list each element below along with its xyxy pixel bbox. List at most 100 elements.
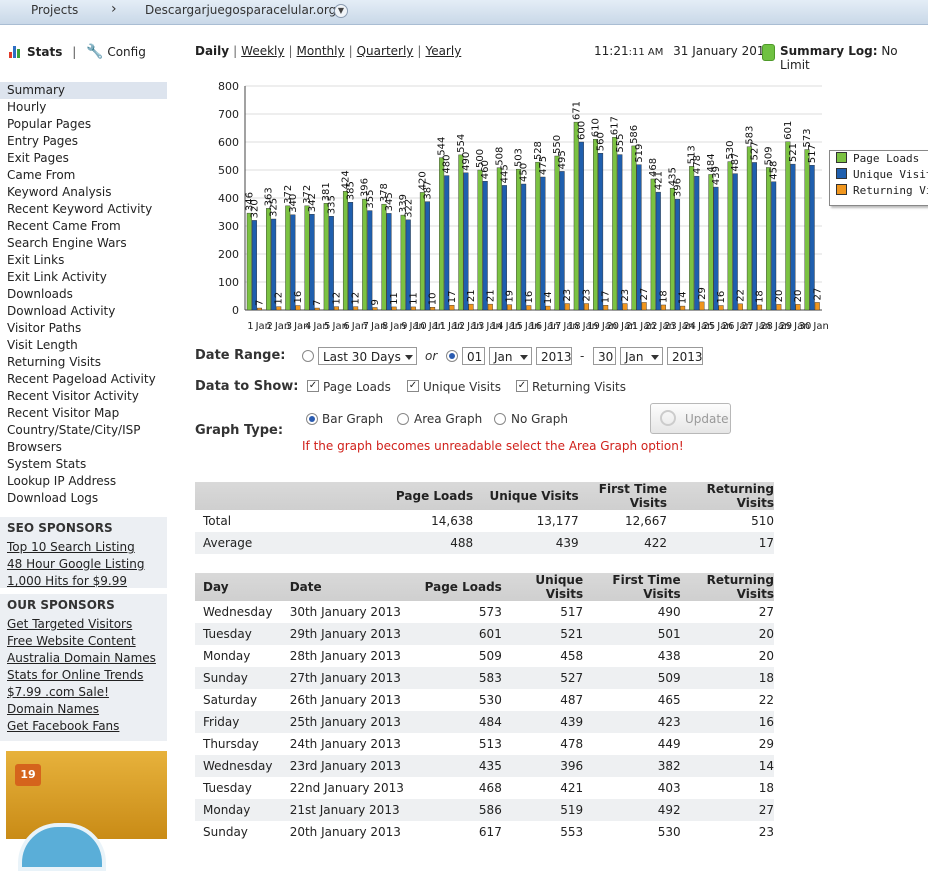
sidebar-item-lookup-ip-address[interactable]: Lookup IP Address [0, 473, 167, 490]
bar [699, 301, 705, 311]
unique-visits-checkbox[interactable]: ✓ [407, 380, 419, 392]
data-label: 355 [365, 190, 376, 209]
data-to-show-label: Data to Show: [195, 379, 299, 394]
data-label: 21 [485, 289, 496, 302]
from-year-input[interactable]: 2013 [536, 347, 572, 365]
to-month-select[interactable]: Jan [620, 347, 663, 365]
column-header: Returning Visits [667, 482, 774, 510]
data-label: 495 [557, 150, 568, 169]
custom-range-radio[interactable] [446, 350, 458, 362]
data-label: 445 [499, 164, 510, 183]
bar [309, 214, 315, 311]
data-label: 27 [639, 288, 650, 301]
data-label: 11 [408, 292, 419, 305]
sidebar-item-download-logs[interactable]: Download Logs [0, 490, 167, 507]
table-cell: 487 [560, 693, 584, 707]
table-cell: 517 [560, 605, 584, 619]
table-cell: 17 [667, 532, 774, 554]
sponsor-link[interactable]: 1,000 Hits for $9.99 [0, 573, 167, 590]
advertisement[interactable]: 19 [6, 751, 167, 871]
bar [790, 163, 796, 311]
x-tick-label: 12 [452, 321, 465, 332]
area-graph-label: Area Graph [414, 412, 483, 426]
table-cell: 25th January 2013 [281, 711, 405, 733]
x-tick-label: 15 [510, 321, 523, 332]
table-cell: 458 [560, 649, 584, 663]
sidebar-item-recent-visitor-map[interactable]: Recent Visitor Map [0, 405, 167, 422]
sponsor-link[interactable]: Australia Domain Names [0, 650, 167, 667]
x-tick-label: 14 [491, 321, 504, 332]
data-label: 396 [673, 178, 684, 197]
table-cell: 435 [404, 755, 502, 777]
sidebar-item-recent-visitor-activity[interactable]: Recent Visitor Activity [0, 388, 167, 405]
bar [603, 305, 609, 311]
from-day-input[interactable]: 01 [462, 347, 485, 365]
sidebar-item-country-state-city-isp[interactable]: Country/State/City/ISP [0, 422, 167, 439]
sidebar-item-browsers[interactable]: Browsers [0, 439, 167, 456]
table-cell: 20 [680, 623, 774, 645]
sponsor-link[interactable]: Top 10 Search Listing [0, 539, 167, 556]
table-cell: 27 [680, 799, 774, 821]
sidebar-item-returning-visits[interactable]: Returning Visits [0, 354, 167, 371]
bar [410, 306, 416, 311]
table-cell: 22nd January 2013 [289, 781, 404, 795]
table-cell: 21st January 2013 [281, 799, 405, 821]
table-cell: 422 [578, 532, 668, 554]
sponsor-link[interactable]: Get Targeted Visitors [0, 616, 167, 633]
update-button[interactable]: Update [650, 403, 731, 434]
last30-select[interactable]: Last 30 Days [318, 347, 417, 365]
sponsor-link[interactable]: $7.99 .com Sale! [0, 684, 167, 701]
legend-swatch [836, 152, 847, 163]
data-label: 19 [505, 290, 516, 303]
from-month-select[interactable]: Jan [489, 347, 532, 365]
bar [353, 306, 359, 311]
table-cell: 28th January 2013 [289, 649, 401, 663]
sidebar-item-recent-pageload-activity[interactable]: Recent Pageload Activity [0, 371, 167, 388]
data-label: 555 [615, 134, 626, 153]
x-tick-label: 19 [587, 321, 600, 332]
table-cell: 530 [657, 825, 681, 839]
legend-item: Page Loads [830, 151, 928, 167]
no-graph-radio[interactable] [494, 413, 506, 425]
legend-item: Unique Visits [830, 167, 928, 183]
or-label: or [425, 349, 438, 363]
bar [400, 214, 406, 311]
bar [468, 303, 474, 311]
bar [304, 205, 310, 311]
bar-graph-radio[interactable] [306, 413, 318, 425]
sponsor-link[interactable]: Get Facebook Fans [0, 718, 167, 735]
data-label: 18 [658, 290, 669, 303]
to-day-input[interactable]: 30 [593, 347, 616, 365]
returning-visits-checkbox[interactable]: ✓ [516, 380, 528, 392]
x-tick-label: 28 [760, 321, 773, 332]
sponsor-link[interactable]: Stats for Online Trends [0, 667, 167, 684]
area-graph-radio[interactable] [397, 413, 409, 425]
x-tick-label: 1 [247, 321, 253, 332]
sponsor-link[interactable]: Domain Names [0, 701, 167, 718]
table-cell: 23 [758, 825, 774, 839]
range-dash: - [580, 349, 585, 363]
data-label: 335 [326, 195, 337, 214]
data-label: 16 [716, 291, 727, 304]
table-cell: 438 [657, 649, 681, 663]
from-month-value: Jan [494, 350, 513, 364]
bar [266, 208, 272, 311]
bar [593, 138, 599, 311]
data-label: 22 [735, 289, 746, 302]
data-label: 387 [423, 181, 434, 200]
data-label: 14 [678, 291, 689, 304]
last30-radio[interactable] [302, 350, 314, 362]
table-cell: 583 [404, 667, 502, 689]
bar [650, 178, 656, 311]
bar [257, 307, 263, 311]
to-year-input[interactable]: 2013 [667, 347, 703, 365]
sponsor-link[interactable]: 48 Hour Google Listing [0, 556, 167, 573]
data-label: 29 [697, 287, 708, 300]
page-loads-checkbox[interactable]: ✓ [307, 380, 319, 392]
seo-sponsors-title: SEO SPONSORS [7, 521, 113, 535]
bar [295, 305, 301, 311]
data-label: 521 [788, 143, 799, 162]
last30-value: Last 30 Days [323, 350, 401, 364]
sidebar-item-system-stats[interactable]: System Stats [0, 456, 167, 473]
sponsor-link[interactable]: Free Website Content [0, 633, 167, 650]
